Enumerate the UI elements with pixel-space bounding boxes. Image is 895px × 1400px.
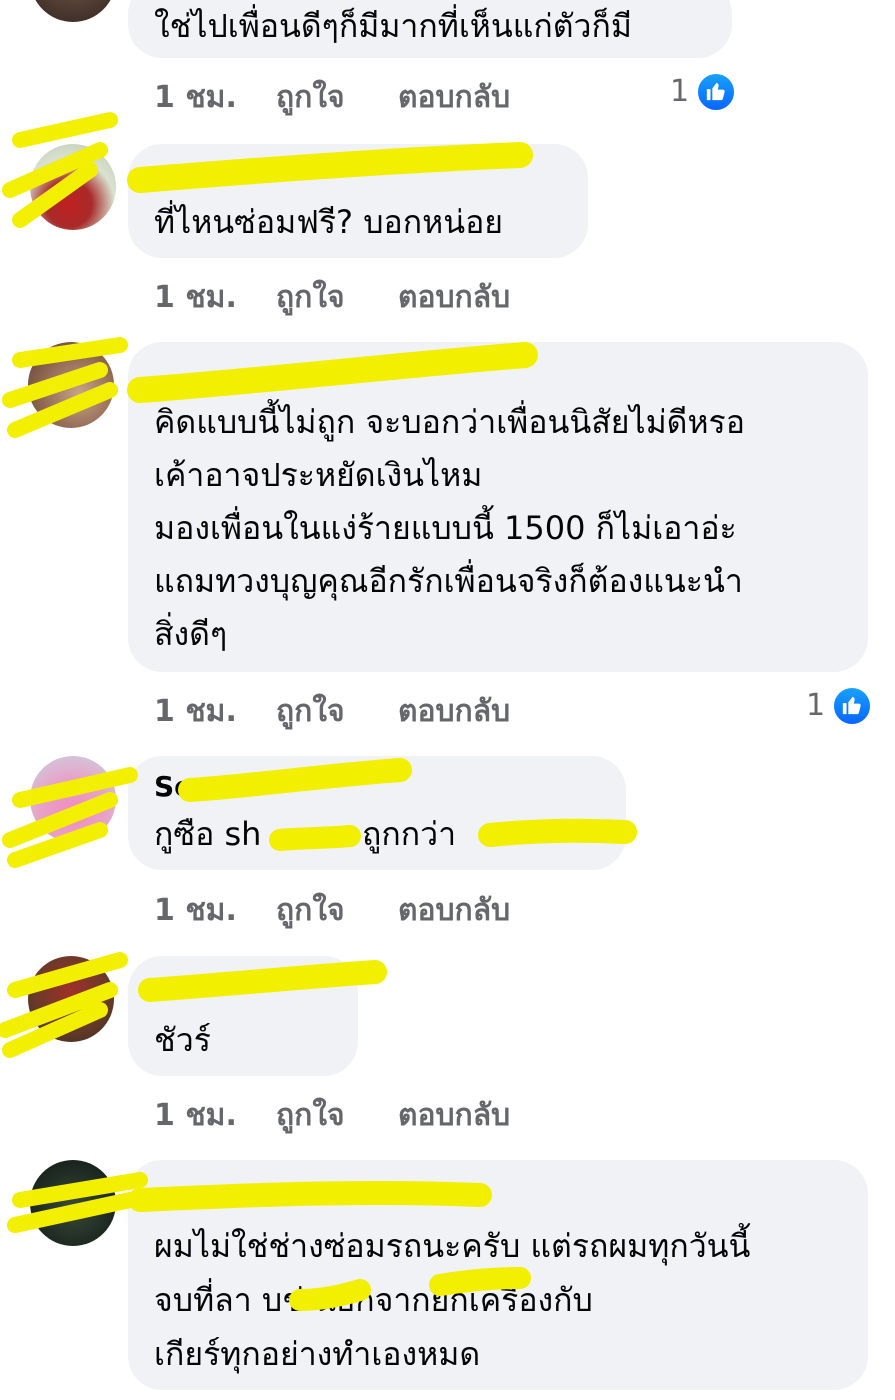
like-link[interactable]: ถูกใจ (276, 1092, 345, 1139)
comment-time[interactable]: 1 ชม. (154, 1092, 237, 1139)
comment-actions: 1 ชม. ถูกใจ ตอบกลับ (154, 1092, 554, 1133)
comment-bubble: ชัวร์ (128, 956, 358, 1076)
comment-text: แถมทวงบุญคุณอีกรักเพื่อนจริงก็ต้องแนะนำ (154, 562, 743, 600)
like-icon[interactable] (696, 72, 736, 112)
comment-actions: 1 ชม. ถูกใจ ตอบกลับ (154, 274, 554, 315)
commenter-avatar[interactable] (30, 1160, 116, 1246)
commenter-avatar[interactable] (28, 342, 114, 428)
reply-link[interactable]: ตอบกลับ (398, 274, 510, 321)
comment-text: ใช่ไปเพื่อนดีๆก็มีมากที่เห็นแก่ตัวก็มี (154, 7, 632, 45)
reaction-count[interactable]: 1 (806, 688, 825, 723)
reply-link[interactable]: ตอบกลับ (398, 887, 510, 934)
like-link[interactable]: ถูกใจ (276, 688, 345, 735)
commenter-avatar[interactable] (28, 956, 114, 1042)
comment-text: ผมไม่ใช่ช่างซ่อมรถนะครับ แต่รถผมทุกวันนี… (154, 1227, 751, 1265)
comment-text: ถูกกว่า (362, 815, 457, 853)
comment-bubble: ที่ไหนซ่อมฟรี? บอกหน่อย (128, 144, 588, 258)
commenter-avatar[interactable] (30, 0, 116, 22)
comment-text: จบที่ลา บช่ นอกจากยกเครื่องกับ (154, 1281, 593, 1319)
comment-text: สิ่งดีๆ (154, 615, 228, 653)
reaction-count[interactable]: 1 (670, 74, 689, 109)
like-link[interactable]: ถูกใจ (276, 74, 345, 121)
comment-actions: 1 ชม. ถูกใจ ตอบกลับ (154, 887, 554, 928)
comment-text: ชัวร์ (154, 1021, 211, 1059)
comment-text: มองเพื่อนในแง่ร้ายแบบนี้ 1500 ก็ไม่เอาอ่… (154, 509, 737, 547)
reply-link[interactable]: ตอบกลับ (398, 688, 510, 735)
commenter-name[interactable]: Sor (154, 770, 207, 803)
comment-time[interactable]: 1 ชม. (154, 274, 237, 321)
comment-time[interactable]: 1 ชม. (154, 74, 237, 121)
comment-text: คิดแบบนี้ไม่ถูก จะบอกว่าเพื่อนนิสัยไม่ดี… (154, 403, 745, 441)
like-link[interactable]: ถูกใจ (276, 887, 345, 934)
comment-actions: 1 ชม. ถูกใจ ตอบกลับ (154, 74, 554, 115)
comment-actions: 1 ชม. ถูกใจ ตอบกลับ (154, 688, 554, 729)
reply-link[interactable]: ตอบกลับ (398, 74, 510, 121)
comment-bubble: ผมไม่ใช่ช่างซ่อมรถนะครับ แต่รถผมทุกวันนี… (128, 1160, 868, 1390)
comment-time[interactable]: 1 ชม. (154, 887, 237, 934)
comment-text: ที่ไหนซ่อมฟรี? บอกหน่อย (154, 203, 504, 241)
commenter-avatar[interactable] (30, 144, 116, 230)
comment-bubble: Sor กูซือ sh ถูกกว่า (128, 756, 626, 870)
comment-time[interactable]: 1 ชม. (154, 688, 237, 735)
comment-text: กูซือ sh (154, 815, 262, 853)
like-link[interactable]: ถูกใจ (276, 274, 345, 321)
like-icon[interactable] (832, 686, 872, 726)
comment-text: เค้าอาจประหยัดเงินไหม (154, 456, 483, 494)
reply-link[interactable]: ตอบกลับ (398, 1092, 510, 1139)
commenter-avatar[interactable] (30, 756, 116, 842)
comment-bubble: คิดแบบนี้ไม่ถูก จะบอกว่าเพื่อนนิสัยไม่ดี… (128, 342, 868, 672)
comment-bubble: ใช่ไปเพื่อนดีๆก็มีมากที่เห็นแก่ตัวก็มี (128, 0, 732, 58)
comment-text: เกียร์ทุกอย่างทำเองหมด (154, 1335, 481, 1373)
